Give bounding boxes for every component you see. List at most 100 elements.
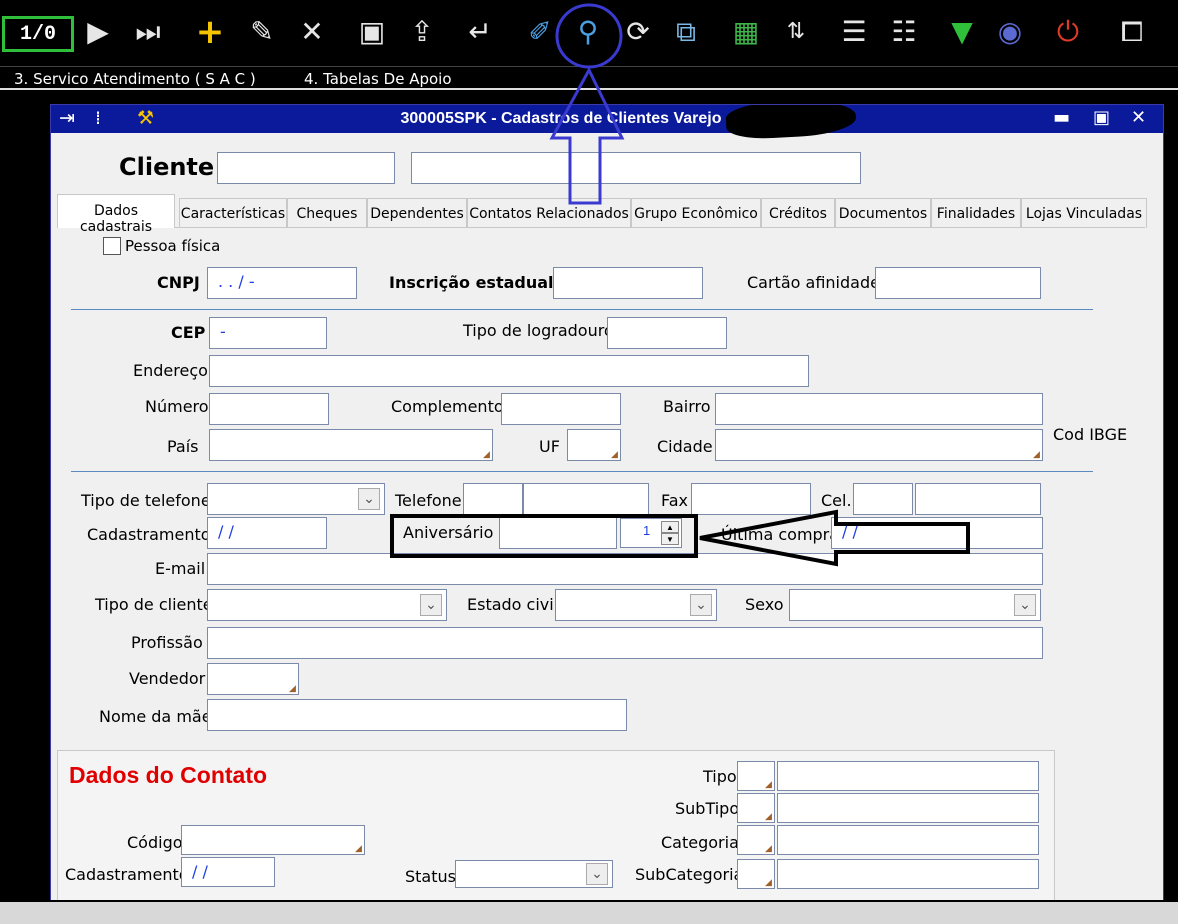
import-icon[interactable]: ▦ bbox=[728, 14, 764, 50]
preview-icon[interactable]: ⧉ bbox=[668, 14, 704, 50]
minimize-icon[interactable]: ▬ bbox=[1053, 107, 1070, 128]
cartao-label: Cartão afinidade bbox=[747, 273, 880, 292]
copy-icon[interactable]: ⇪ bbox=[404, 14, 440, 50]
contact-tipo-code-input[interactable]: ◢ bbox=[737, 761, 775, 791]
contact-subtipo-desc-input[interactable] bbox=[777, 793, 1039, 823]
lookup-icon[interactable]: ◢ bbox=[611, 451, 620, 460]
menu-item-sac[interactable]: 3. Servico Atendimento ( S A C ) bbox=[14, 70, 256, 88]
chevron-down-icon[interactable]: ⌄ bbox=[1014, 594, 1036, 616]
ultima-compra-input[interactable]: / / bbox=[831, 517, 1043, 549]
endereco-input[interactable] bbox=[209, 355, 809, 387]
contact-categoria-code-input[interactable]: ◢ bbox=[737, 825, 775, 855]
lookup-icon[interactable]: ◢ bbox=[765, 879, 774, 888]
tab-caracteristicas[interactable]: Características bbox=[179, 198, 287, 228]
inscricao-input[interactable] bbox=[553, 267, 703, 299]
lookup-icon[interactable]: ◢ bbox=[765, 845, 774, 854]
contact-subtipo-code-input[interactable]: ◢ bbox=[737, 793, 775, 823]
chevron-down-icon[interactable]: ⌄ bbox=[586, 863, 608, 885]
bairro-input[interactable] bbox=[715, 393, 1043, 425]
lookup-icon[interactable]: ◢ bbox=[355, 845, 364, 854]
cartao-input[interactable] bbox=[875, 267, 1041, 299]
tab-grupo-economico[interactable]: Grupo Econômico bbox=[631, 198, 761, 228]
lookup-icon[interactable]: ◢ bbox=[765, 813, 774, 822]
cep-input[interactable]: - bbox=[209, 317, 327, 349]
vendedor-input[interactable]: ◢ bbox=[207, 663, 299, 695]
client-code-input[interactable] bbox=[217, 152, 395, 184]
sort-icon[interactable]: ⇅ bbox=[778, 14, 814, 50]
nome-mae-input[interactable] bbox=[207, 699, 627, 731]
download-icon[interactable]: ▼ bbox=[944, 14, 980, 50]
lookup-icon[interactable]: ◢ bbox=[1033, 451, 1042, 460]
traffic-light-icon[interactable]: ⁞ bbox=[95, 107, 101, 129]
complemento-input[interactable] bbox=[501, 393, 621, 425]
client-name-input[interactable] bbox=[411, 152, 861, 184]
clear-icon[interactable]: ✐ bbox=[522, 14, 558, 50]
pais-input[interactable]: ◢ bbox=[209, 429, 493, 461]
fax-label: Fax bbox=[661, 491, 689, 510]
numero-input[interactable] bbox=[209, 393, 329, 425]
contact-status-select[interactable]: ⌄ bbox=[455, 860, 613, 888]
tab-documentos[interactable]: Documentos bbox=[835, 198, 931, 228]
add-icon[interactable]: + bbox=[192, 14, 228, 50]
refresh-icon[interactable]: ⟳ bbox=[620, 14, 656, 50]
pessoa-fisica-checkbox[interactable] bbox=[103, 237, 121, 255]
add-list-icon[interactable]: ☰ bbox=[836, 14, 872, 50]
tipo-telefone-label: Tipo de telefone bbox=[81, 491, 211, 510]
menu-item-tabelas[interactable]: 4. Tabelas De Apoio bbox=[304, 70, 452, 88]
contact-subcategoria-code-input[interactable]: ◢ bbox=[737, 859, 775, 889]
chevron-down-icon[interactable]: ⌄ bbox=[420, 594, 442, 616]
chevron-down-icon[interactable]: ⌄ bbox=[358, 488, 380, 510]
uf-input[interactable]: ◢ bbox=[567, 429, 621, 461]
maximize-icon[interactable]: ▣ bbox=[1093, 107, 1110, 128]
close-icon[interactable]: ✕ bbox=[1131, 107, 1146, 128]
profissao-input[interactable] bbox=[207, 627, 1043, 659]
aniversario-spinner[interactable]: 1 ▲ ▼ bbox=[620, 518, 682, 548]
tipo-logradouro-input[interactable] bbox=[607, 317, 727, 349]
tab-dados-cadastrais[interactable]: Dados cadastrais bbox=[57, 194, 175, 235]
sexo-select[interactable]: ⌄ bbox=[789, 589, 1041, 621]
fax-input[interactable] bbox=[691, 483, 811, 515]
lookup-icon[interactable]: ◢ bbox=[765, 781, 774, 790]
contact-categoria-desc-input[interactable] bbox=[777, 825, 1039, 855]
cel-ddd-input[interactable] bbox=[853, 483, 913, 515]
bairro-label: Bairro bbox=[663, 397, 711, 416]
tab-cheques[interactable]: Cheques bbox=[287, 198, 367, 228]
tab-finalidades[interactable]: Finalidades bbox=[931, 198, 1021, 228]
tab-contatos-relacionados[interactable]: Contatos Relacionados bbox=[467, 198, 631, 228]
monitor-icon[interactable]: ⧠ bbox=[1114, 14, 1150, 50]
cnpj-input[interactable]: . . / - bbox=[207, 267, 357, 299]
next-icon[interactable]: ▶ bbox=[80, 14, 116, 50]
cel-input[interactable] bbox=[915, 483, 1041, 515]
chevron-down-icon[interactable]: ⌄ bbox=[690, 594, 712, 616]
tipo-telefone-select[interactable]: ⌄ bbox=[207, 483, 385, 515]
lookup-icon[interactable]: ◢ bbox=[483, 451, 492, 460]
tab-lojas-vinculadas[interactable]: Lojas Vinculadas bbox=[1021, 198, 1147, 228]
window-menu-icon[interactable]: ⇥ bbox=[59, 107, 75, 129]
power-icon[interactable]: ⏻ bbox=[1050, 14, 1086, 50]
telefone-ddd-input[interactable] bbox=[463, 483, 523, 515]
globe-icon[interactable]: ◉ bbox=[992, 14, 1028, 50]
contact-categoria-label: Categoria bbox=[661, 833, 739, 852]
edit-icon[interactable]: ✎ bbox=[244, 14, 280, 50]
contact-tipo-desc-input[interactable] bbox=[777, 761, 1039, 791]
confirm-icon[interactable]: ↵ bbox=[462, 14, 498, 50]
contact-codigo-input[interactable]: ◢ bbox=[181, 825, 365, 855]
delete-icon[interactable]: ✕ bbox=[294, 14, 330, 50]
wrench-icon[interactable]: ⚒ bbox=[137, 107, 154, 129]
contact-subcategoria-desc-input[interactable] bbox=[777, 859, 1039, 889]
tab-dependentes[interactable]: Dependentes bbox=[367, 198, 467, 228]
spin-down-icon[interactable]: ▼ bbox=[661, 533, 679, 545]
cadastramento-input[interactable]: / / bbox=[207, 517, 327, 549]
remove-list-icon[interactable]: ☷ bbox=[886, 14, 922, 50]
search-icon[interactable]: ⚲ bbox=[570, 14, 606, 50]
spin-up-icon[interactable]: ▲ bbox=[661, 521, 679, 533]
contact-cadastramento-input[interactable]: / / bbox=[181, 857, 275, 887]
lookup-icon[interactable]: ◢ bbox=[289, 685, 298, 694]
save-icon[interactable]: ▣ bbox=[354, 14, 390, 50]
tipo-cliente-select[interactable]: ⌄ bbox=[207, 589, 447, 621]
telefone-input[interactable] bbox=[523, 483, 649, 515]
cidade-input[interactable]: ◢ bbox=[715, 429, 1043, 461]
last-icon[interactable]: ⏭ bbox=[130, 14, 166, 50]
tab-creditos[interactable]: Créditos bbox=[761, 198, 835, 228]
estado-civil-select[interactable]: ⌄ bbox=[555, 589, 717, 621]
